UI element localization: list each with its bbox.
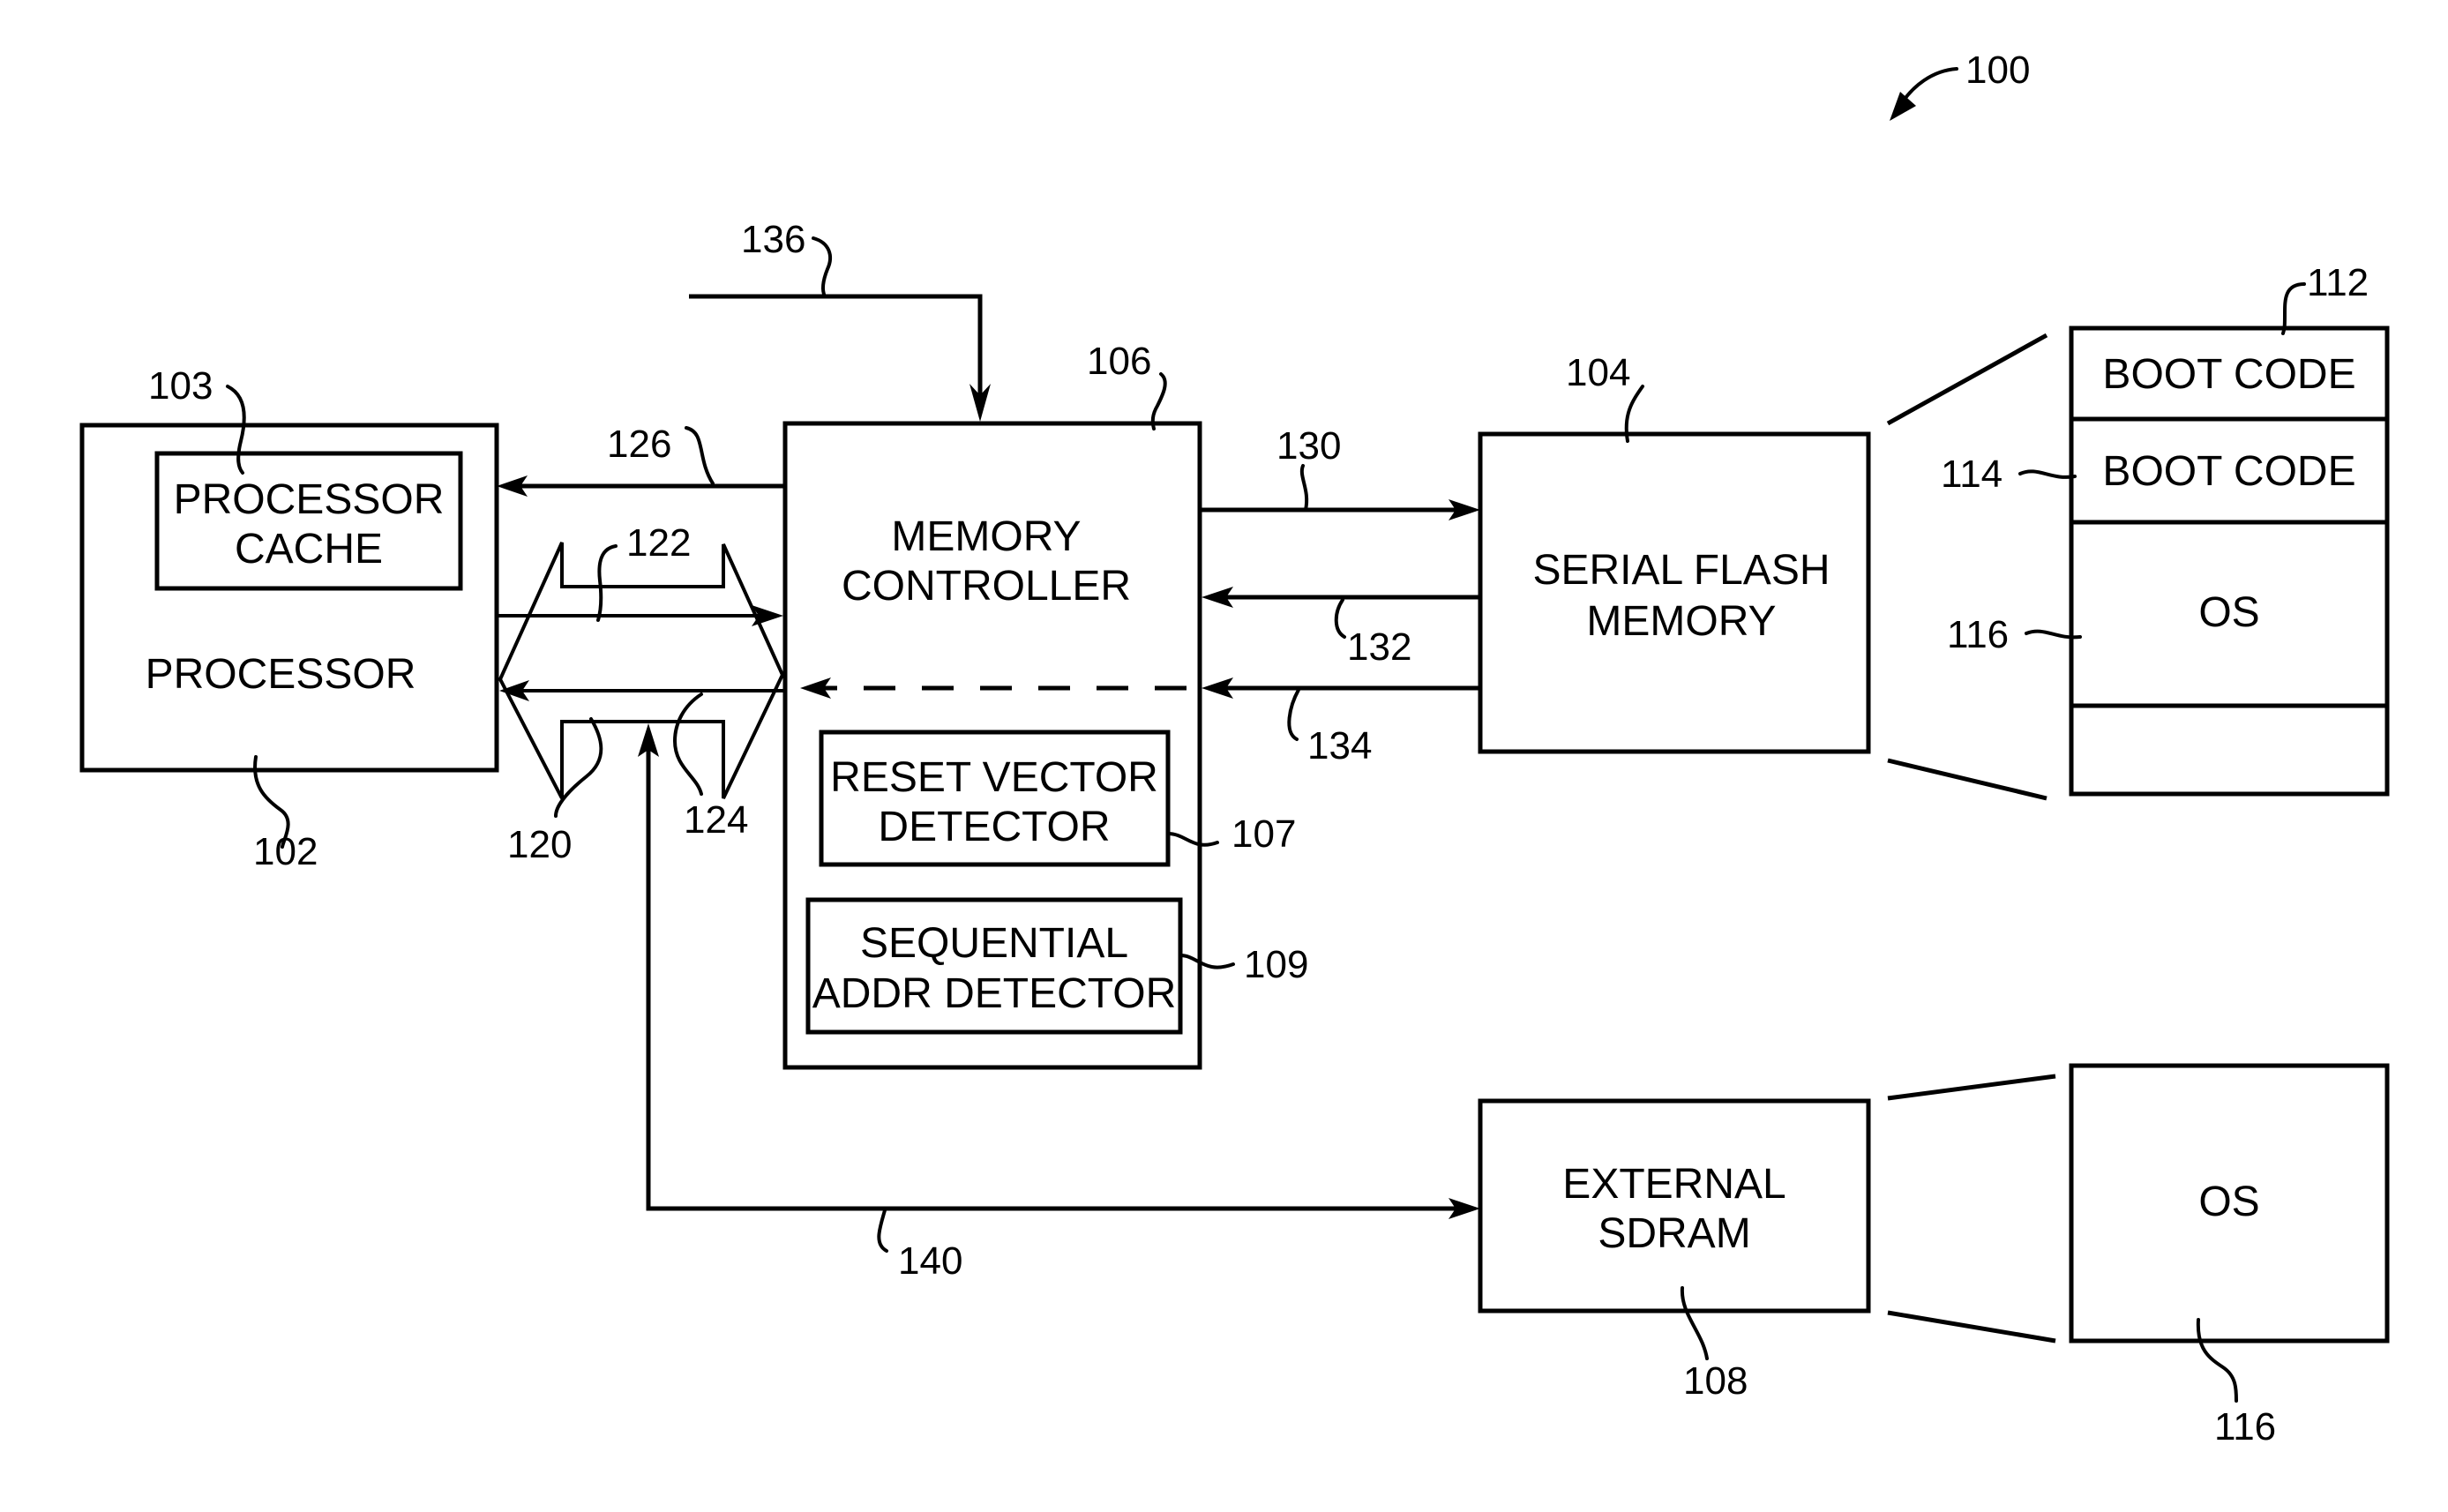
leader-130 — [1299, 464, 1309, 512]
memory-controller-label-line2: CONTROLLER — [842, 563, 1131, 610]
flash-map-segment-boot-code-2: BOOT CODE — [2102, 448, 2355, 495]
flash-map-segment-boot-code-1: BOOT CODE — [2102, 351, 2355, 398]
sdram-map-segment-os: OS — [2198, 1179, 2259, 1225]
leader-122 — [596, 544, 618, 622]
processor-cache-label-line1: PROCESSOR — [174, 476, 445, 523]
external-sdram-block: EXTERNAL SDRAM 108 — [1478, 1098, 1871, 1403]
ref-134: 134 — [1307, 724, 1372, 767]
ref-130: 130 — [1276, 424, 1341, 468]
sdram-expansion-line-bottom — [1887, 1310, 2056, 1344]
external-sdram-label-line1: EXTERNAL — [1562, 1161, 1785, 1208]
ref-107: 107 — [1231, 812, 1296, 856]
leader-134 — [1287, 688, 1300, 741]
ref-116-sdram: 116 — [2214, 1405, 2276, 1448]
figure-ref-label: 100 — [1965, 49, 2030, 92]
serial-flash-memory-label-line1: SERIAL FLASH — [1532, 547, 1830, 594]
line-136 — [689, 294, 983, 410]
ref-114: 114 — [1941, 453, 2003, 496]
figure-pointer-arrow — [1899, 67, 1958, 106]
figure-pointer-arrowhead — [1890, 92, 1916, 121]
figure-reference: 100 — [1890, 49, 2030, 121]
ref-106: 106 — [1087, 340, 1151, 383]
sdram-expansion-line-top — [1887, 1074, 2056, 1101]
ref-112: 112 — [2307, 261, 2369, 304]
ref-108: 108 — [1683, 1359, 1748, 1403]
leader-124 — [672, 692, 703, 796]
leader-136 — [812, 236, 832, 298]
sequential-addr-detector-label-line1: SEQUENTIAL — [860, 920, 1128, 967]
ref-103: 103 — [148, 364, 213, 408]
reset-vector-detector-label-line2: DETECTOR — [878, 804, 1110, 850]
ref-102: 102 — [253, 830, 318, 873]
flash-map-box — [2069, 326, 2390, 797]
memory-architecture-diagram: 100 PROCESSOR CACHE PROCESSOR 103 102 12… — [79, 49, 2390, 1448]
ref-109: 109 — [1244, 943, 1308, 986]
flash-memory-map: BOOT CODE BOOT CODE OS 112 114 116 — [1941, 261, 2390, 797]
ref-126: 126 — [607, 423, 671, 466]
flash-map-segment-os: OS — [2198, 589, 2259, 636]
ref-120: 120 — [507, 823, 572, 866]
bus-outline — [498, 542, 785, 799]
reset-vector-detector-label-line1: RESET VECTOR — [830, 754, 1158, 801]
external-sdram-label-line2: SDRAM — [1598, 1210, 1750, 1257]
processor-block: PROCESSOR CACHE PROCESSOR 103 102 — [79, 364, 499, 873]
leader-126 — [685, 426, 715, 485]
processor-cache-label-line2: CACHE — [235, 526, 383, 573]
flash-expansion-line-top — [1886, 333, 2048, 426]
leader-106 — [1150, 372, 1167, 430]
leader-132 — [1334, 598, 1346, 639]
ref-132: 132 — [1347, 625, 1411, 669]
ref-124: 124 — [684, 798, 748, 842]
processor-label: PROCESSOR — [146, 651, 416, 698]
serial-flash-memory-block: SERIAL FLASH MEMORY 104 — [1478, 351, 1871, 754]
ref-104: 104 — [1566, 351, 1630, 394]
ref-122: 122 — [626, 521, 691, 565]
flash-expansion-line-bottom — [1887, 758, 2047, 801]
memory-controller-block: MEMORY CONTROLLER 106 RESET VECTOR DETEC… — [782, 340, 1308, 1070]
signal-136: 136 — [689, 218, 991, 422]
signal-126: 126 — [497, 423, 785, 497]
signal-130: 130 — [1200, 424, 1480, 520]
ref-136: 136 — [741, 218, 805, 261]
sequential-addr-detector-label-line2: ADDR DETECTOR — [812, 970, 1176, 1017]
ref-116-flash: 116 — [1947, 613, 2009, 656]
serial-flash-memory-label-line2: MEMORY — [1586, 598, 1776, 645]
sdram-memory-map: OS 116 — [2069, 1063, 2390, 1448]
bus-120: 122 124 120 — [498, 521, 785, 866]
memory-controller-label-line1: MEMORY — [891, 513, 1081, 560]
signal-132: 132 — [1202, 587, 1480, 669]
ref-140: 140 — [898, 1239, 962, 1283]
leader-140 — [877, 1209, 888, 1253]
leader-114 — [2018, 469, 2077, 479]
